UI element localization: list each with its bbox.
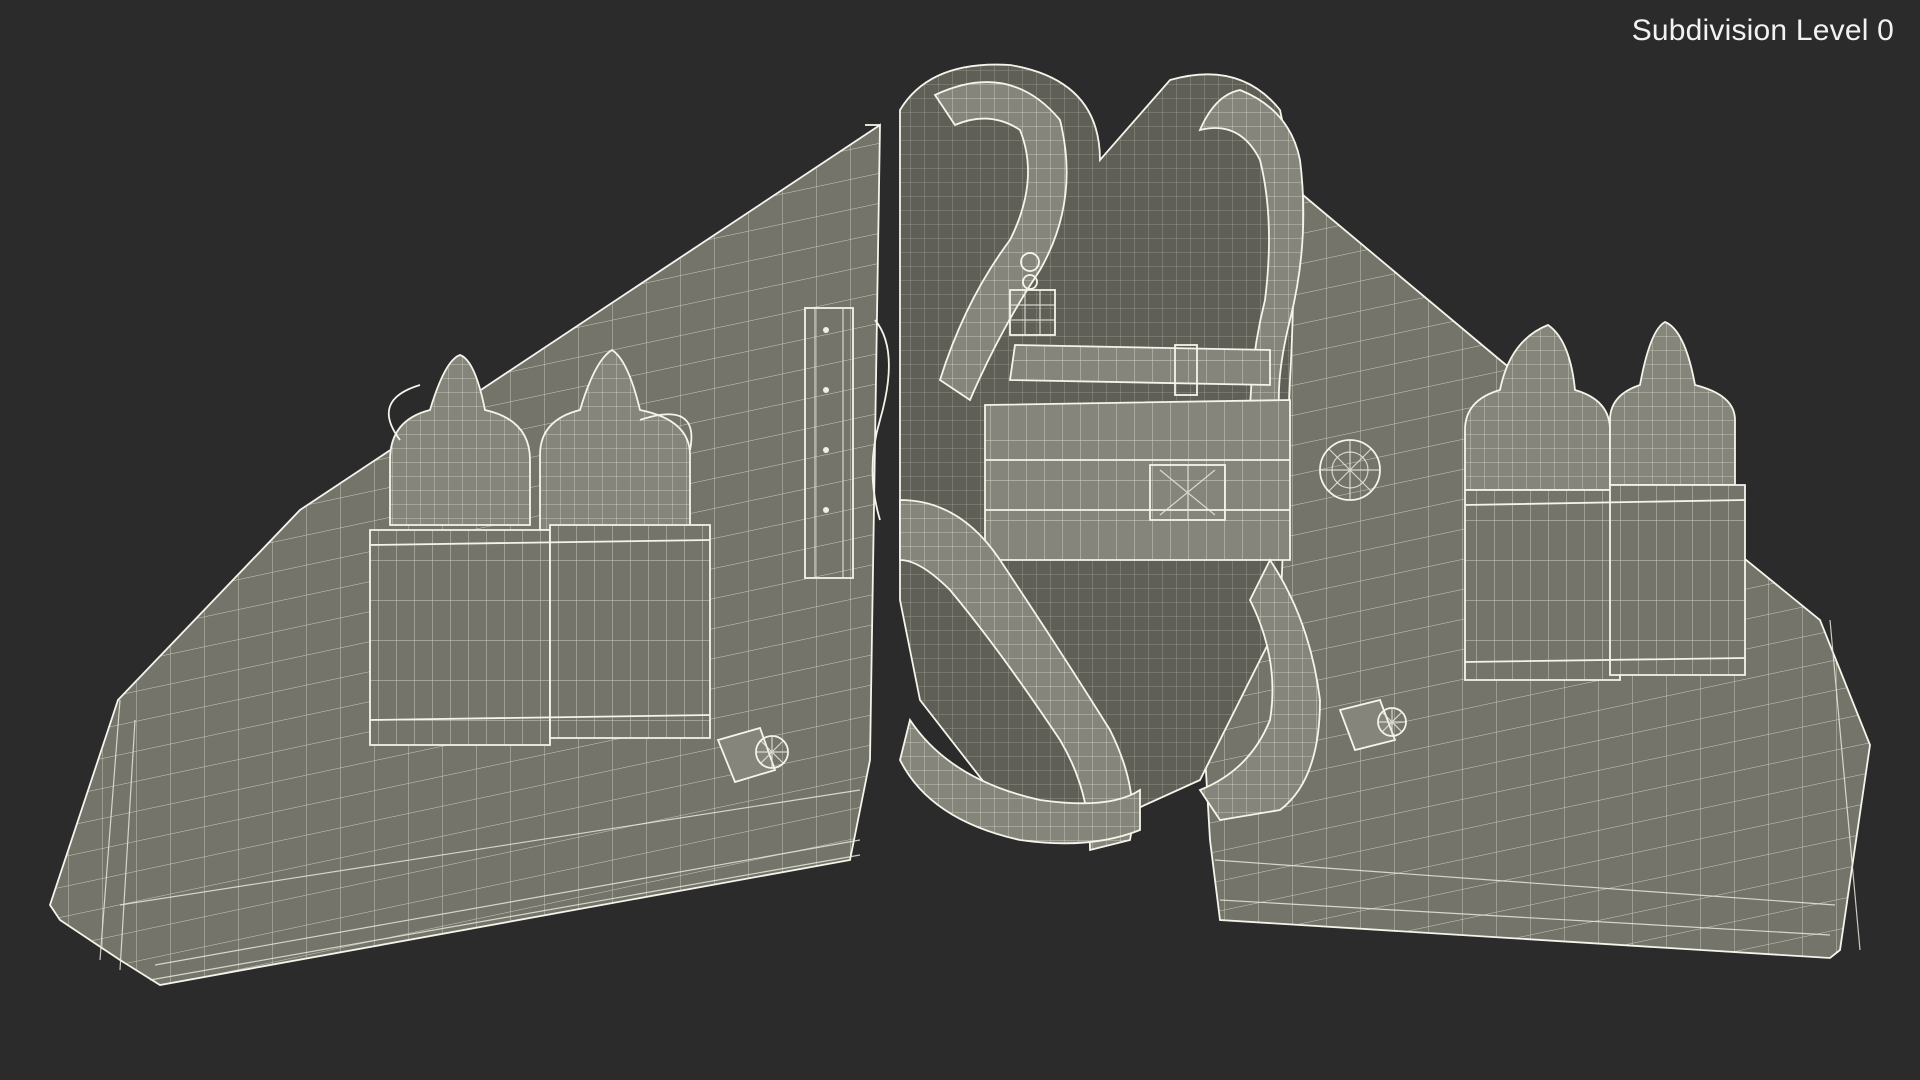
right-engine-pair: [1464, 321, 1746, 681]
waist-belt: [984, 399, 1291, 561]
3d-viewport[interactable]: Subdivision Level 0: [0, 0, 1920, 1080]
jetpack-wireframe-model: [49, 63, 1871, 986]
